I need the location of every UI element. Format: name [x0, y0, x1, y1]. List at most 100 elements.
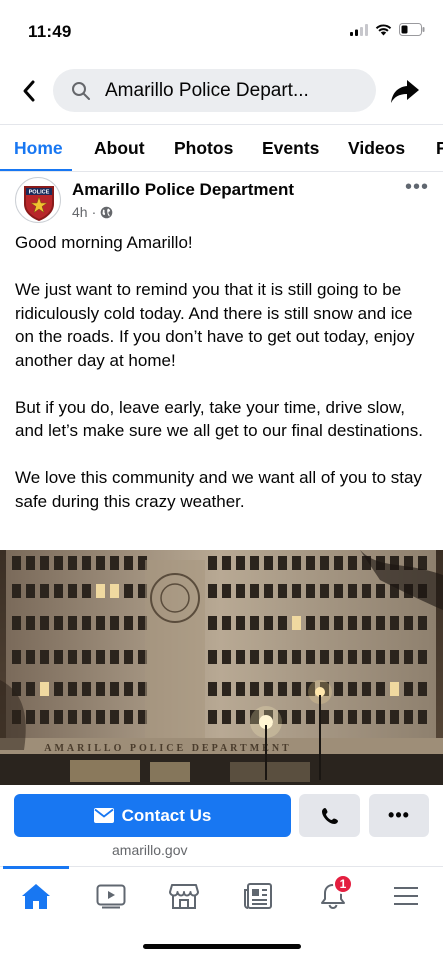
post-paragraph: Good morning Amarillo! [15, 233, 193, 252]
building-window [82, 682, 91, 696]
building-window [348, 584, 357, 598]
building-window [68, 584, 77, 598]
building-window [68, 616, 77, 630]
police-badge-logo: POLICE [24, 186, 54, 221]
building-window [54, 556, 63, 570]
building-window [40, 682, 49, 696]
building-window [124, 710, 133, 724]
tab-videos[interactable]: Videos [348, 138, 405, 159]
building-window [348, 556, 357, 570]
building-window [320, 650, 329, 664]
search-icon [72, 81, 90, 100]
building-window [40, 710, 49, 724]
building-window [264, 556, 273, 570]
nav-notifications[interactable]: 1 [313, 874, 353, 913]
building-window [96, 584, 105, 598]
nav-watch[interactable] [91, 879, 131, 913]
meta-separator: · [91, 204, 97, 220]
building-window [124, 616, 133, 630]
tab-photos[interactable]: Photos [174, 138, 233, 159]
post-options-button[interactable]: ••• [405, 176, 429, 199]
page-name[interactable]: Amarillo Police Department [72, 180, 294, 200]
tab-partial[interactable]: P [436, 138, 443, 159]
more-actions-button[interactable]: ••• [369, 794, 429, 837]
status-bar: 11:49 [0, 0, 443, 62]
website-link[interactable]: amarillo.gov [112, 842, 187, 858]
building-window [222, 650, 231, 664]
post-paragraph: We just want to remind you that it is st… [15, 280, 415, 370]
building-window [390, 682, 399, 696]
building-window [208, 710, 217, 724]
status-icons [350, 23, 425, 36]
building-window [222, 556, 231, 570]
status-time: 11:49 [28, 22, 72, 41]
building-window [292, 616, 301, 630]
nav-marketplace[interactable] [164, 879, 204, 913]
building-window [54, 584, 63, 598]
nav-news[interactable] [238, 879, 278, 913]
building-window [418, 616, 427, 630]
avatar[interactable]: POLICE [15, 177, 61, 223]
building-window [236, 650, 245, 664]
building-window [334, 616, 343, 630]
bottom-nav: 1 [0, 866, 443, 924]
post-photo[interactable]: AMARILLO POLICE DEPARTMENT [0, 550, 443, 785]
building-window [124, 650, 133, 664]
building-window [348, 650, 357, 664]
building-window [306, 556, 315, 570]
building-window [96, 650, 105, 664]
svg-text:AMARILLO POLICE DEPARTMENT: AMARILLO POLICE DEPARTMENT [44, 743, 291, 754]
building-window [418, 682, 427, 696]
nav-menu[interactable] [386, 879, 426, 913]
header-bar: Amarillo Police Depart... [0, 66, 443, 116]
building-window [292, 710, 301, 724]
building-window [334, 650, 343, 664]
building-window [418, 710, 427, 724]
building-window [348, 616, 357, 630]
contact-us-button[interactable]: Contact Us [14, 794, 291, 837]
building-window [26, 710, 35, 724]
building-window [110, 650, 119, 664]
building-window [376, 710, 385, 724]
building-window [236, 616, 245, 630]
building-window [96, 710, 105, 724]
building-window [82, 650, 91, 664]
building-window [250, 584, 259, 598]
building-window [404, 710, 413, 724]
building-window [334, 584, 343, 598]
tab-home[interactable]: Home [14, 138, 63, 159]
building-window [278, 682, 287, 696]
share-button[interactable] [389, 76, 421, 106]
call-button[interactable] [299, 794, 360, 837]
post-time[interactable]: 4h [72, 204, 88, 220]
building-window [362, 616, 371, 630]
tab-about[interactable]: About [94, 138, 145, 159]
building-window [362, 710, 371, 724]
tab-events[interactable]: Events [262, 138, 319, 159]
building-window [418, 556, 427, 570]
home-icon [22, 884, 50, 909]
building-window [278, 556, 287, 570]
building-window [96, 682, 105, 696]
building-window [376, 616, 385, 630]
building-window [40, 556, 49, 570]
building-window [292, 682, 301, 696]
building-window [40, 650, 49, 664]
building-window [390, 616, 399, 630]
building-window [208, 616, 217, 630]
building-window [222, 584, 231, 598]
svg-text:POLICE: POLICE [29, 190, 50, 196]
building-window [82, 584, 91, 598]
building-window [418, 650, 427, 664]
building-window [264, 650, 273, 664]
building-window [320, 556, 329, 570]
building-window [110, 682, 119, 696]
building-window [320, 616, 329, 630]
building-window [404, 682, 413, 696]
nav-home[interactable] [16, 879, 56, 913]
back-button[interactable] [16, 76, 42, 106]
building-window [68, 556, 77, 570]
active-tab-indicator [0, 169, 72, 171]
building-window [12, 650, 21, 664]
search-bar[interactable]: Amarillo Police Depart... [53, 69, 376, 112]
